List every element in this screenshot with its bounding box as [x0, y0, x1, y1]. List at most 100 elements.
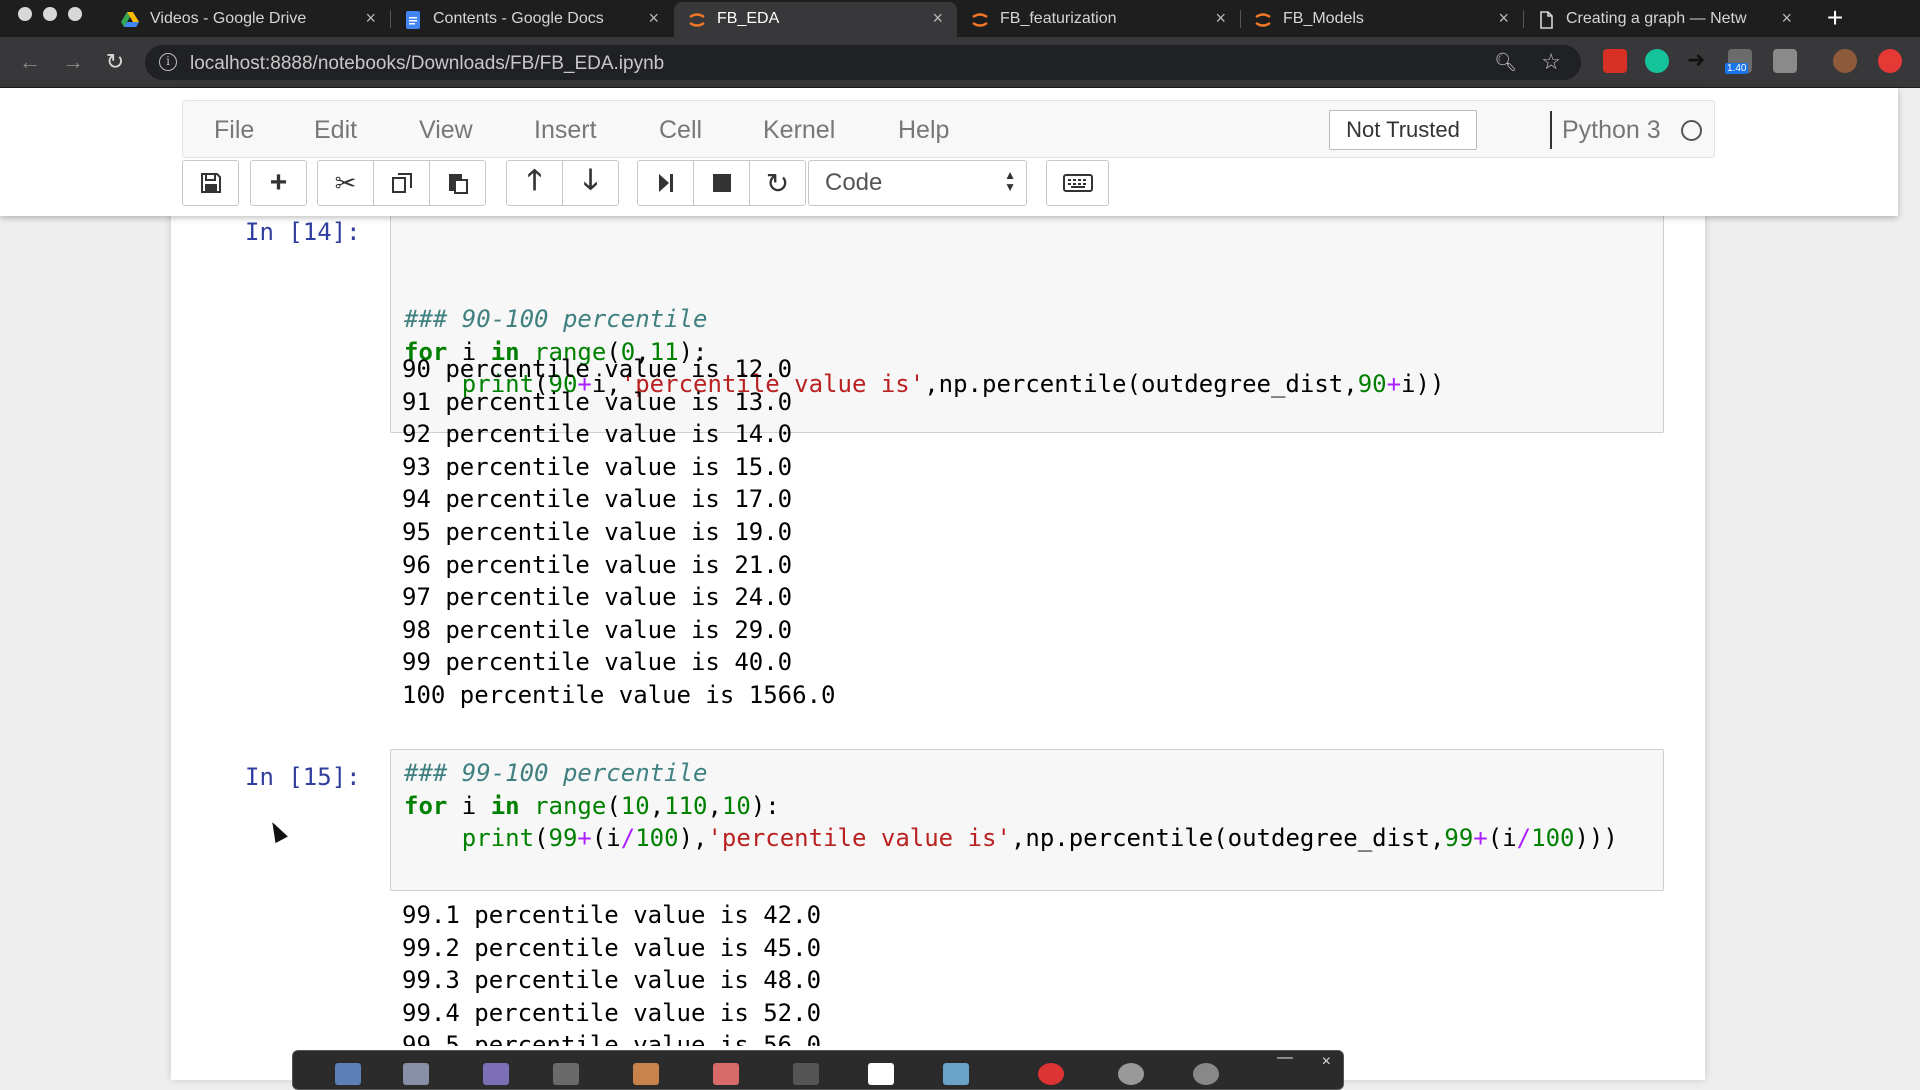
record-button-icon[interactable] — [1038, 1063, 1064, 1085]
menu-insert[interactable]: Insert — [534, 116, 597, 145]
cut-button[interactable]: ✂ — [317, 160, 374, 206]
menu-view[interactable]: View — [419, 116, 473, 145]
info-icon[interactable]: i — [159, 53, 177, 71]
close-icon[interactable]: × — [1498, 8, 1509, 29]
clipboard-group: ✂ — [317, 160, 486, 206]
run-group: ↻ — [637, 160, 806, 206]
document-icon — [1540, 11, 1553, 29]
output-line: 100 percentile value is 1566.0 — [402, 680, 836, 709]
save-button[interactable] — [182, 160, 239, 206]
restart-button[interactable]: ↻ — [749, 160, 806, 206]
pen-tool-icon[interactable] — [943, 1063, 969, 1085]
notebook-page: File Edit View Insert Cell Kernel Help N… — [0, 88, 1920, 1080]
reload-icon[interactable]: ↻ — [102, 49, 128, 75]
window-minimize-button[interactable] — [43, 7, 57, 21]
profile-avatar[interactable] — [1833, 49, 1857, 73]
select-arrows-icon: ▲ ▼ — [1004, 168, 1016, 194]
screen-recorder-toolbar: — × — [292, 1049, 1344, 1090]
close-icon[interactable]: × — [1781, 8, 1792, 29]
cookie-extension-icon[interactable]: 1.40 — [1725, 49, 1752, 74]
tab-contents-google-docs[interactable]: Contents - Google Docs × — [390, 2, 673, 37]
jupyter-icon — [1255, 13, 1271, 27]
menu-file[interactable]: File — [214, 116, 254, 145]
plus-icon: + — [269, 166, 288, 199]
gear-icon[interactable] — [1193, 1063, 1219, 1085]
window-zoom-button[interactable] — [68, 7, 82, 21]
move-up-button[interactable]: 🡑 — [506, 160, 563, 206]
tab-fb-models[interactable]: FB_Models × — [1240, 2, 1523, 37]
menu-kernel[interactable]: Kernel — [763, 116, 835, 145]
output-line: 91 percentile value is 13.0 — [402, 387, 793, 416]
camera-tool-icon[interactable] — [403, 1063, 429, 1085]
arrow-extension-icon[interactable]: ➜ — [1687, 49, 1711, 73]
tab-creating-a-graph[interactable]: Creating a graph — Netw × — [1523, 2, 1806, 37]
kernel-name[interactable]: Python 3 — [1562, 116, 1661, 145]
tab-fb-eda[interactable]: FB_EDA × — [674, 2, 957, 37]
not-trusted-button[interactable]: Not Trusted — [1329, 110, 1477, 150]
update-alert-icon[interactable] — [1878, 49, 1902, 73]
close-icon[interactable]: × — [648, 8, 659, 29]
output-line: 93 percentile value is 15.0 — [402, 452, 793, 481]
code-comment: ### 99-100 percentile — [404, 759, 708, 787]
minimize-icon[interactable]: — — [1277, 1049, 1293, 1067]
grammarly-extension-icon[interactable] — [1645, 49, 1669, 73]
stop-icon — [712, 174, 731, 192]
whiteboard-tool-icon[interactable] — [868, 1063, 894, 1085]
output-line: 99.3 percentile value is 48.0 — [402, 966, 822, 995]
close-icon[interactable]: × — [1215, 8, 1226, 29]
window-close-button[interactable] — [18, 7, 32, 21]
move-down-button[interactable]: 🡓 — [562, 160, 619, 206]
arrow-down-icon: 🡓 — [583, 164, 598, 195]
browser-toolbar: ← → ↻ i localhost:8888/notebooks/Downloa… — [0, 37, 1920, 88]
code-editor[interactable]: ### 99-100 percentile for i in range(10,… — [404, 757, 1618, 855]
jupyter-header: File Edit View Insert Cell Kernel Help N… — [0, 88, 1898, 216]
pencil-tool-icon[interactable] — [633, 1063, 659, 1085]
step-forward-icon — [658, 174, 673, 192]
menu-help[interactable]: Help — [898, 116, 949, 145]
url-text[interactable]: localhost:8888/notebooks/Downloads/FB/FB… — [190, 53, 664, 75]
kernel-status-icon — [1681, 120, 1702, 141]
jupyter-icon — [689, 13, 705, 27]
gmail-extension-icon[interactable] — [1603, 49, 1627, 73]
back-arrow-icon[interactable]: ← — [17, 49, 43, 75]
forward-arrow-icon[interactable]: → — [60, 49, 86, 75]
close-icon[interactable]: × — [365, 8, 376, 29]
close-icon[interactable]: × — [932, 8, 943, 29]
close-icon[interactable]: × — [1322, 1053, 1331, 1071]
paste-icon — [448, 174, 468, 194]
menu-edit[interactable]: Edit — [314, 116, 357, 145]
interrupt-button[interactable] — [693, 160, 750, 206]
tab-videos-google-drive[interactable]: Videos - Google Drive × — [107, 2, 390, 37]
zoom-icon[interactable]: 🔍︎ — [1494, 52, 1517, 73]
pointer-tool-icon[interactable] — [335, 1063, 361, 1085]
arrow-tool-icon[interactable] — [793, 1063, 819, 1085]
copy-button[interactable] — [373, 160, 430, 206]
output-line: 98 percentile value is 29.0 — [402, 615, 793, 644]
webcam-tool-icon[interactable] — [1118, 1063, 1144, 1085]
code-comment: ### 90-100 percentile — [404, 305, 708, 333]
insert-cell-button[interactable]: + — [250, 160, 307, 206]
address-bar[interactable]: i localhost:8888/notebooks/Downloads/FB/… — [145, 45, 1581, 80]
bookmark-star-icon[interactable]: ☆ — [1541, 49, 1561, 75]
output-line: 99 percentile value is 40.0 — [402, 648, 793, 677]
eraser-tool-icon[interactable] — [553, 1063, 579, 1085]
new-tab-button[interactable]: + — [1820, 4, 1850, 34]
tab-label: FB_EDA — [717, 10, 780, 27]
highlighter-tool-icon[interactable] — [483, 1063, 509, 1085]
keyboard-group — [1046, 160, 1109, 206]
scissors-icon: ✂ — [334, 167, 357, 198]
tab-fb-featurization[interactable]: FB_featurization × — [957, 2, 1240, 37]
tab-label: Contents - Google Docs — [433, 10, 604, 27]
menu-cell[interactable]: Cell — [659, 116, 702, 145]
cell-prompt: In [15]: — [245, 763, 361, 791]
run-button[interactable] — [637, 160, 694, 206]
marker-tool-icon[interactable] — [713, 1063, 739, 1085]
facebook-extension-icon[interactable] — [1773, 49, 1797, 73]
insert-group: + — [250, 160, 307, 206]
command-palette-button[interactable] — [1046, 160, 1109, 206]
paste-button[interactable] — [429, 160, 486, 206]
tab-label: FB_Models — [1283, 10, 1364, 27]
arrow-up-icon: 🡑 — [527, 164, 542, 195]
code-cell-input[interactable]: ### 99-100 percentile for i in range(10,… — [390, 749, 1664, 891]
cell-type-select[interactable]: Code ▲ ▼ — [808, 160, 1027, 206]
